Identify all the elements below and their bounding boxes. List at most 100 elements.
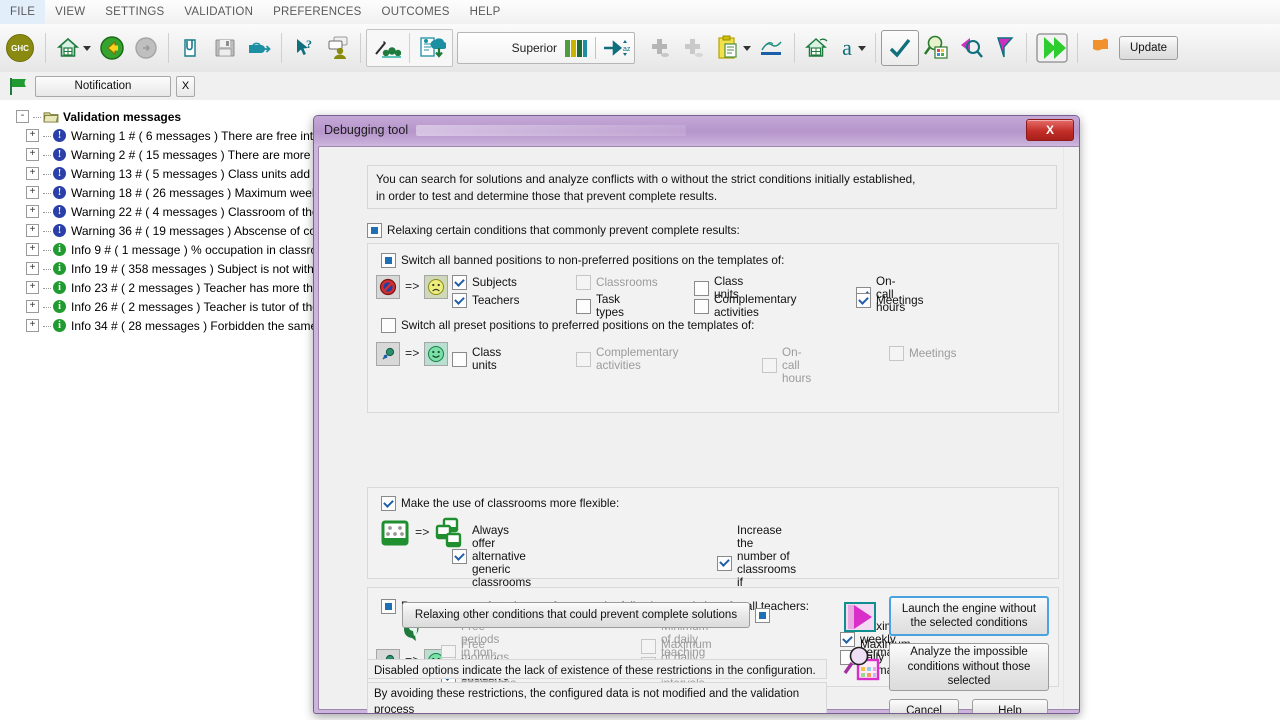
export-icon[interactable] [242,29,276,67]
flag-orange-icon[interactable] [1083,29,1117,67]
option-row[interactable]: Task types [576,293,624,319]
preset-complementary-activities-label: Complementary activities [596,346,679,372]
option-row[interactable]: Meetings [856,293,923,308]
tree-item-expander[interactable]: + [26,205,39,218]
menu-file[interactable]: FILE [0,0,46,24]
dialog-scrollbar[interactable] [1063,147,1079,707]
dialog-title-ghost-text [416,124,687,136]
green-flag-icon [10,78,26,95]
option-row[interactable]: Complementary activities [694,293,797,319]
menu-view[interactable]: VIEW [45,0,95,24]
arrow-to-symbol: => [405,347,420,361]
add-group-icon[interactable] [643,29,677,67]
relax-other-conditions-checkbox[interactable] [755,608,770,623]
switch-preset-label: Switch all preset positions to preferred… [401,319,755,332]
analyze-impossible-button[interactable]: Analyze the impossible conditions withou… [889,643,1049,691]
tree-item-label: Info 34 # ( 28 messages ) Forbidden the … [71,318,327,333]
option-row: On-call hours [762,346,811,385]
menu-preferences[interactable]: PREFERENCES [263,0,371,24]
wand-groups-icon[interactable] [370,29,404,67]
home-edit-icon[interactable] [800,29,834,67]
classroom-increase-the-number-of-classrooms-if-necessary-checkbox[interactable] [717,555,732,571]
attach-icon[interactable] [174,29,208,67]
tree-connector [43,154,51,156]
master-relax-checkbox-row[interactable]: Relaxing certain conditions that commonl… [367,223,740,238]
clipboard-icon[interactable] [711,29,745,67]
dialog-title: Debugging tool [324,123,409,137]
tab-notification[interactable]: Notification [35,75,171,97]
level-combo[interactable]: Superior az [457,32,635,64]
menu-validation[interactable]: VALIDATION [174,0,263,24]
banned-teachers-label: Teachers [472,294,520,307]
home-icon[interactable] [51,29,85,67]
folder-icon [43,112,59,123]
help-button[interactable]: Help [972,699,1048,713]
switch-preset-header-row[interactable]: Switch all preset positions to preferred… [381,318,754,333]
font-dropdown-caret-icon[interactable] [858,45,866,51]
dialog-intro-panel: You can search for solutions and analyze… [367,165,1057,209]
banned-meetings-label: Meetings [876,294,924,307]
dialog-titlebar[interactable]: Debugging tool X [314,116,1079,144]
option-row[interactable]: Always offer alternative generic classro… [452,524,531,589]
back-arrow-icon[interactable] [95,29,129,67]
tree-item-expander[interactable]: + [26,167,39,180]
banned-subjects-checkbox[interactable] [452,275,467,290]
option-row[interactable]: Class units [452,346,501,372]
classrooms-flexible-checkbox[interactable] [381,496,396,511]
user-chat-icon[interactable] [321,29,355,67]
tree-item-expander[interactable]: + [26,319,39,332]
cancel-button[interactable]: Cancel [889,699,959,713]
relax-other-conditions-button[interactable]: Relaxing other conditions that could pre… [402,602,750,628]
classroom-always-offer-alternative-generic-classrooms-checkbox[interactable] [452,549,467,564]
option-row[interactable]: Teachers [452,293,519,308]
update-button[interactable]: Update [1119,36,1179,60]
master-relax-checkbox[interactable] [367,223,382,238]
tree-item-expander[interactable]: + [26,243,39,256]
signature-icon[interactable] [755,29,789,67]
option-row: Complementary activities [576,346,679,372]
switch-banned-label: Switch all banned positions to non-prefe… [401,254,785,267]
launch-engine-button[interactable]: Launch the engine without the selected c… [889,596,1049,636]
switch-banned-checkbox[interactable] [381,253,396,268]
menu-help[interactable]: HELP [460,0,511,24]
tree-item-expander[interactable]: + [26,148,39,161]
classroom-icon [381,520,409,546]
switch-banned-header-row[interactable]: Switch all banned positions to non-prefe… [381,253,784,268]
switch-preset-checkbox[interactable] [381,318,396,333]
teachers-remove-checkbox[interactable] [381,599,396,614]
import-document-icon[interactable] [415,29,449,67]
tree-item-expander[interactable]: + [26,262,39,275]
tree-connector [43,192,51,194]
banned-teachers-checkbox[interactable] [452,293,467,308]
tree-item-expander[interactable]: + [26,224,39,237]
help-cursor-icon[interactable]: ? [287,29,321,67]
tree-item-expander[interactable]: + [26,300,39,313]
dialog-close-button[interactable]: X [1026,119,1074,141]
root-expander[interactable]: - [16,110,29,123]
tree-item-expander[interactable]: + [26,281,39,294]
check-validate-icon[interactable] [881,30,919,66]
flag-pink-icon[interactable] [987,29,1021,67]
group-tools-frame [366,29,453,67]
preset-class-units-checkbox[interactable] [452,351,467,367]
save-icon[interactable] [208,29,242,67]
clipboard-dropdown-caret-icon[interactable] [743,45,751,51]
option-row[interactable]: Subjects [452,275,517,290]
menu-outcomes[interactable]: OUTCOMES [372,0,460,24]
banned-meetings-checkbox[interactable] [856,293,871,308]
app-logo-button[interactable]: GHC [0,29,40,67]
tab-close-button[interactable]: X [176,75,195,97]
banned-task-types-checkbox[interactable] [576,298,591,314]
happy-face-icon [424,342,449,366]
letter-a-icon[interactable]: a [834,29,860,67]
banned-complementary-activities-checkbox[interactable] [694,298,709,314]
palette-search-icon[interactable] [919,29,953,67]
magnifier-pink-icon[interactable] [953,29,987,67]
classrooms-header-row[interactable]: Make the use of classrooms more flexible… [381,496,619,511]
tree-item-expander[interactable]: + [26,186,39,199]
play-green-icon[interactable] [1032,29,1072,67]
dialog-body: You can search for solutions and analyze… [318,146,1079,713]
home-dropdown-caret-icon[interactable] [83,45,91,51]
menu-settings[interactable]: SETTINGS [95,0,174,24]
tree-item-expander[interactable]: + [26,129,39,142]
